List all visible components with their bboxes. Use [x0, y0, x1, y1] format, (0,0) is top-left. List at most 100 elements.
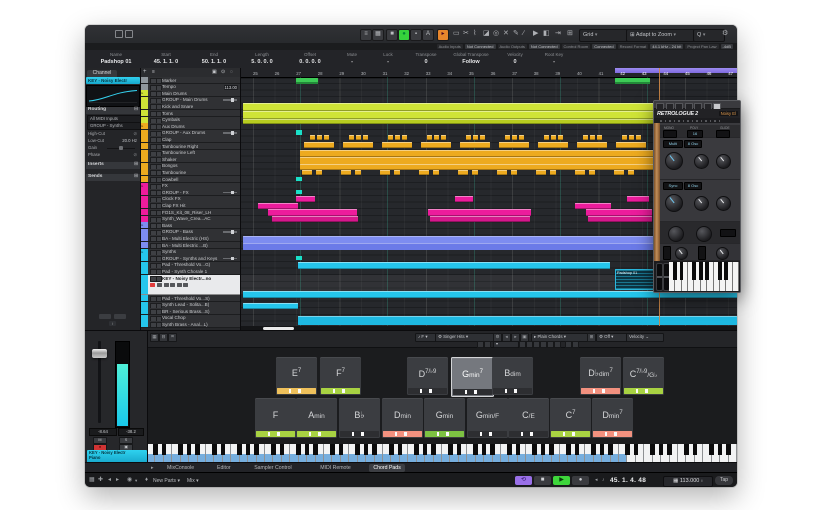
event-fragment[interactable] — [296, 256, 302, 261]
tambourine-right-part[interactable] — [616, 142, 646, 149]
root-key-dropdown[interactable]: ♪ F ▾ — [415, 333, 437, 342]
chord-pad[interactable]: Gmin — [424, 398, 465, 438]
chord-pad[interactable]: B♭ — [339, 398, 380, 438]
folder-icon[interactable]: ▸ — [142, 250, 144, 254]
clap-part[interactable] — [473, 135, 478, 140]
piano-black-key[interactable] — [634, 444, 639, 455]
volume-fader-handle[interactable] — [92, 349, 107, 358]
piano-black-key[interactable] — [600, 444, 605, 455]
noise-level-knob[interactable] — [675, 247, 688, 260]
piano-black-key[interactable] — [726, 444, 731, 455]
setup-toolbar-icon[interactable]: ⚙ — [722, 29, 728, 39]
clap-part[interactable] — [636, 135, 641, 140]
tambourine-right-part[interactable] — [343, 142, 373, 149]
riser-part[interactable] — [586, 209, 652, 216]
info-field-value[interactable]: - — [373, 59, 403, 65]
chord-pad[interactable]: C/E — [508, 398, 549, 438]
mono-switch[interactable] — [663, 130, 677, 138]
locate-icon[interactable]: ◂ — [595, 477, 598, 484]
expand-icon[interactable]: ⊞ — [134, 174, 138, 181]
clap-part[interactable] — [558, 135, 563, 140]
piano-black-key[interactable] — [692, 262, 696, 280]
grid-type-dropdown[interactable]: Grid ▾ — [579, 29, 629, 42]
lower-tab-mixconsole[interactable]: MixConsole — [163, 464, 198, 472]
adaptive-voicing-dropdown[interactable]: ⚙ Off ▾ — [596, 333, 628, 342]
mute-button[interactable] — [99, 314, 111, 319]
peak-value[interactable]: -38.2 — [118, 428, 144, 436]
tambourine-part[interactable] — [316, 170, 322, 175]
track-name[interactable]: Kick and Snare — [162, 104, 238, 110]
poly-value[interactable]: 16 — [687, 130, 703, 138]
clap-part[interactable] — [597, 135, 602, 140]
deactivate-button[interactable]: ■ — [386, 29, 398, 41]
clap-part[interactable] — [349, 135, 354, 140]
tambourine-part[interactable] — [536, 170, 546, 175]
slider-handle[interactable] — [231, 191, 234, 195]
piano-black-key[interactable] — [699, 262, 703, 280]
tempo-display[interactable]: ▦ 113.000 ↕ — [663, 476, 713, 487]
plugin-piano-keyboard[interactable] — [669, 262, 739, 291]
clap-part[interactable] — [317, 135, 322, 140]
erase-tool-icon[interactable]: ◪ — [483, 29, 490, 39]
clap-part[interactable] — [519, 135, 524, 140]
chord-pad[interactable]: Gmin7 — [451, 357, 494, 397]
piano-black-key[interactable] — [414, 444, 419, 455]
track-name[interactable]: Synth Lead - Solita...B) — [162, 302, 238, 308]
group-level-slider[interactable] — [223, 99, 237, 101]
tambourine-part[interactable] — [550, 170, 556, 175]
mini-toggle-icon[interactable] — [519, 341, 526, 348]
clap-part[interactable] — [310, 135, 315, 140]
pads-view-icon[interactable]: ⊟ — [159, 333, 168, 342]
marker-part[interactable] — [615, 78, 650, 84]
info-field-value[interactable]: 45. 1. 1. 0 — [145, 59, 187, 65]
piano-black-key[interactable] — [271, 444, 276, 455]
lower-tab-sampler-control[interactable]: Sampler Control — [250, 464, 295, 472]
info-field-name[interactable]: NamePadshop 01 — [93, 52, 139, 65]
piano-black-key[interactable] — [693, 444, 698, 455]
tambourine-right-part[interactable] — [577, 142, 607, 149]
osc1-type-dropdown[interactable]: Multi — [663, 140, 683, 148]
chord-assistant-icon[interactable]: ▦ — [150, 333, 159, 342]
tambourine-part[interactable] — [355, 170, 361, 175]
color-tool-icon[interactable]: ◧ — [543, 29, 550, 39]
piano-black-key[interactable] — [372, 444, 377, 455]
track-control-button[interactable] — [157, 283, 162, 287]
synth-wave-part[interactable] — [430, 216, 530, 222]
punch-icon[interactable]: ✚ — [98, 477, 103, 484]
phase-icon[interactable]: ⊘ — [133, 152, 137, 158]
piano-black-key[interactable] — [549, 444, 554, 455]
clap-part[interactable] — [356, 135, 361, 140]
clock-fx-part[interactable] — [627, 196, 649, 202]
synth-wave-part[interactable] — [272, 216, 358, 222]
piano-black-key[interactable] — [724, 262, 728, 280]
osc2-type-dropdown[interactable]: Sync — [663, 182, 683, 190]
lowcut-row[interactable]: Low-Cut20.0 Hz — [87, 138, 138, 144]
piano-black-key[interactable] — [246, 444, 251, 455]
chord-pad[interactable]: C7/♭9/G♭ — [623, 357, 664, 395]
read-automation-button[interactable]: A — [422, 29, 434, 41]
piano-black-key[interactable] — [296, 444, 301, 455]
track-name[interactable]: Shaker — [162, 157, 238, 163]
chord-pad[interactable]: Gmin/F — [467, 398, 508, 438]
track-control-button[interactable] — [183, 283, 188, 287]
tambourine-right-part[interactable] — [538, 142, 568, 149]
info-field-global-transpose[interactable]: Global TransposeFollow — [449, 52, 493, 65]
clap-part[interactable] — [402, 135, 407, 140]
inspector-section-inserts[interactable]: Inserts⊞ — [86, 162, 140, 169]
mini-toggle-icon[interactable] — [540, 341, 547, 348]
tambourine-part[interactable] — [458, 170, 468, 175]
mini-dropdown[interactable]: ▾ — [493, 341, 519, 348]
piano-black-key[interactable] — [575, 444, 580, 455]
event-fragment[interactable] — [296, 130, 302, 135]
tambourine-part[interactable] — [419, 170, 429, 175]
vocal-chop-part[interactable] — [243, 303, 298, 310]
piano-black-key[interactable] — [532, 444, 537, 455]
inspector-section-sends[interactable]: Sends⊞ — [86, 174, 140, 181]
object-selection-tool[interactable]: ▸ — [437, 29, 449, 41]
expand-icon[interactable]: ⊞ — [134, 162, 138, 169]
tambourine-part[interactable] — [472, 170, 478, 175]
track-name[interactable]: Clock FX — [162, 196, 238, 202]
piano-black-key[interactable] — [305, 444, 310, 455]
piano-black-key[interactable] — [516, 444, 521, 455]
track-name[interactable]: Main Drums — [162, 91, 238, 97]
